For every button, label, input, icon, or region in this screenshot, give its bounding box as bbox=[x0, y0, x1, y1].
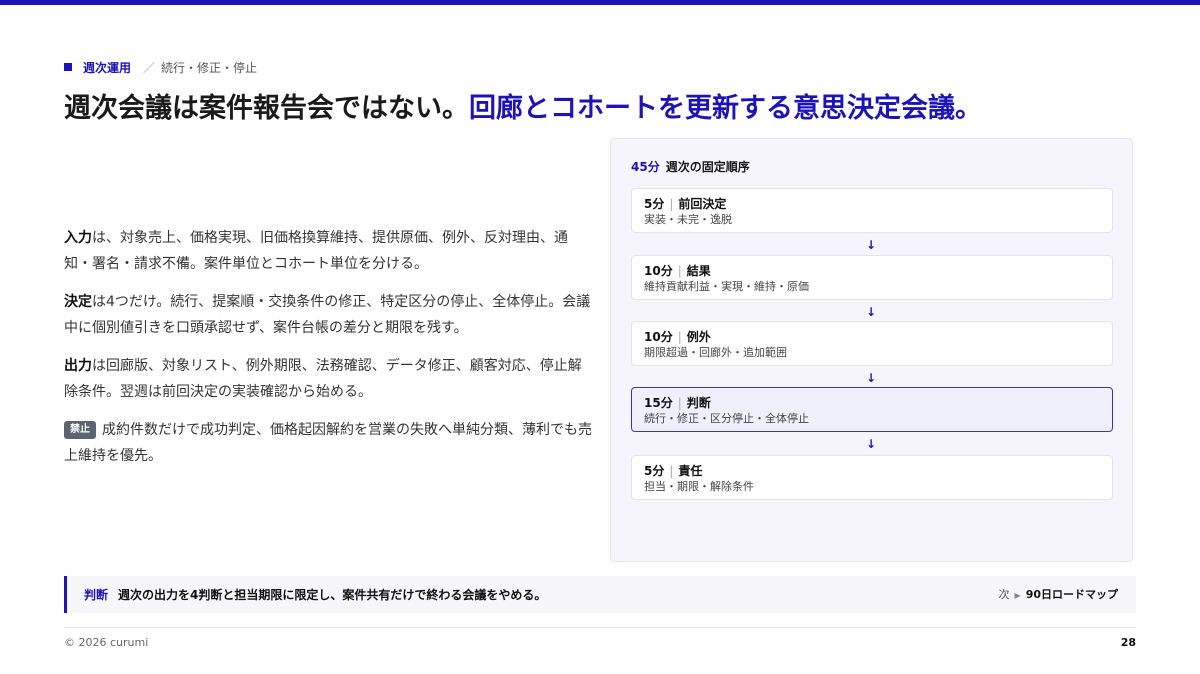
step-divider: | bbox=[677, 330, 682, 344]
step-detail: 担当・期限・解除条件 bbox=[644, 480, 754, 493]
title-main: 週次会議は案件報告会ではない。 bbox=[64, 93, 469, 124]
ban-tag: 禁止 bbox=[64, 421, 96, 439]
page-title: 週次会議は案件報告会ではない。回廊とコホートを更新する意思決定会議。 bbox=[64, 86, 982, 125]
step-title: 5分 | 責任 bbox=[644, 463, 1100, 479]
decision-text: は4つだけ。続行、提案順・交換条件の修正、特定区分の停止、全体停止。会議中に個別… bbox=[64, 294, 591, 336]
step-name: 判断 bbox=[686, 396, 711, 410]
step-detail: 維持貢献利益・実現・維持・原価 bbox=[644, 280, 809, 293]
down-arrow-icon: ↓ bbox=[866, 238, 877, 252]
breadcrumb-section: 週次運用 bbox=[83, 60, 132, 75]
output-paragraph: 出力は回廊版、対象リスト、例外期限、法務確認、データ修正、顧客対応、停止解除条件… bbox=[64, 353, 592, 405]
down-arrow-icon: ↓ bbox=[866, 305, 877, 319]
step-title: 10分 | 結果 bbox=[644, 263, 1100, 279]
step-name: 前回決定 bbox=[678, 197, 727, 211]
title-highlight: 回廊とコホートを更新する意思決定会議。 bbox=[469, 93, 982, 124]
step-name: 例外 bbox=[686, 330, 711, 344]
step-time: 10分 bbox=[644, 330, 673, 344]
panel-title: 週次の固定順序 bbox=[665, 160, 750, 174]
copyright: © 2026 curumi bbox=[64, 636, 149, 649]
judgement-label: 判断 bbox=[84, 588, 109, 602]
step-title: 10分 | 例外 bbox=[644, 329, 1100, 345]
breadcrumb: 週次運用 ／ 続行・修正・停止 bbox=[64, 58, 257, 76]
next-link[interactable]: 次 ▶ 90日ロードマップ bbox=[999, 576, 1118, 614]
down-arrow-icon: ↓ bbox=[866, 371, 877, 385]
next-label: 次 bbox=[998, 588, 1010, 601]
step-title: 15分 | 判断 bbox=[644, 395, 1100, 411]
breadcrumb-separator: ／ bbox=[143, 60, 156, 75]
input-text: は、対象売上、価格実現、旧価格換算維持、提供原価、例外、反対理由、通知・署名・請… bbox=[64, 230, 568, 272]
panel-minutes: 45分 bbox=[631, 160, 660, 174]
step-detail: 続行・修正・区分停止・全体停止 bbox=[644, 412, 809, 425]
footer-divider bbox=[64, 627, 1136, 628]
decision-paragraph: 決定は4つだけ。続行、提案順・交換条件の修正、特定区分の停止、全体停止。会議中に… bbox=[64, 289, 592, 341]
judgement-text: 週次の出力を4判断と担当期限に限定し、案件共有だけで終わる会議をやめる。 bbox=[118, 588, 547, 602]
step-divider: | bbox=[677, 396, 682, 410]
fixed-order-panel: 45分 週次の固定順序 5分 | 前回決定 実装・未完・逸脱 ↓ 10分 | 結果 維持貢… bbox=[610, 138, 1133, 562]
step-card: 10分 | 例外 期限超過・回廊外・追加範囲 bbox=[631, 321, 1113, 366]
step-title: 5分 | 前回決定 bbox=[644, 196, 1100, 212]
step-detail: 実装・未完・逸脱 bbox=[644, 213, 732, 226]
step-time: 5分 bbox=[644, 197, 665, 211]
input-label: 入力 bbox=[64, 230, 92, 246]
decision-label: 決定 bbox=[64, 294, 92, 310]
input-paragraph: 入力は、対象売上、価格実現、旧価格換算維持、提供原価、例外、反対理由、通知・署名… bbox=[64, 225, 592, 277]
step-divider: | bbox=[669, 197, 674, 211]
step-detail: 期限超過・回廊外・追加範囲 bbox=[644, 346, 787, 359]
body-text: 入力は、対象売上、価格実現、旧価格換算維持、提供原価、例外、反対理由、通知・署名… bbox=[64, 225, 592, 481]
step-time: 10分 bbox=[644, 264, 673, 278]
step-divider: | bbox=[677, 264, 682, 278]
page-number: 28 bbox=[1120, 636, 1136, 649]
step-time: 5分 bbox=[644, 464, 665, 478]
judgement-bar: 判断 週次の出力を4判断と担当期限に限定し、案件共有だけで終わる会議をやめる。 … bbox=[64, 576, 1136, 613]
step-time: 15分 bbox=[644, 396, 673, 410]
panel-heading: 45分 週次の固定順序 bbox=[631, 158, 750, 175]
step-divider: | bbox=[669, 464, 674, 478]
output-text: は回廊版、対象リスト、例外期限、法務確認、データ修正、顧客対応、停止解除条件。翌… bbox=[64, 358, 582, 400]
step-card: 5分 | 責任 担当・期限・解除条件 bbox=[631, 455, 1113, 500]
output-label: 出力 bbox=[64, 358, 92, 374]
square-bullet-icon bbox=[64, 63, 72, 71]
step-card: 5分 | 前回決定 実装・未完・逸脱 bbox=[631, 188, 1113, 233]
step-name: 責任 bbox=[678, 464, 703, 478]
step-name: 結果 bbox=[686, 264, 711, 278]
triangle-right-icon: ▶ bbox=[1014, 591, 1021, 600]
down-arrow-icon: ↓ bbox=[866, 437, 877, 451]
top-accent-bar bbox=[0, 0, 1200, 5]
breadcrumb-sub: 続行・修正・停止 bbox=[161, 60, 258, 75]
ban-paragraph: 禁止 成約件数だけで成功判定、価格起因解約を営業の失敗へ単純分類、薄利でも売上維持… bbox=[64, 417, 592, 469]
step-card: 10分 | 結果 維持貢献利益・実現・維持・原価 bbox=[631, 255, 1113, 300]
next-title: 90日ロードマップ bbox=[1025, 588, 1118, 601]
step-card-active: 15分 | 判断 続行・修正・区分停止・全体停止 bbox=[631, 387, 1113, 432]
ban-text: 成約件数だけで成功判定、価格起因解約を営業の失敗へ単純分類、薄利でも売上維持を優… bbox=[64, 422, 592, 464]
